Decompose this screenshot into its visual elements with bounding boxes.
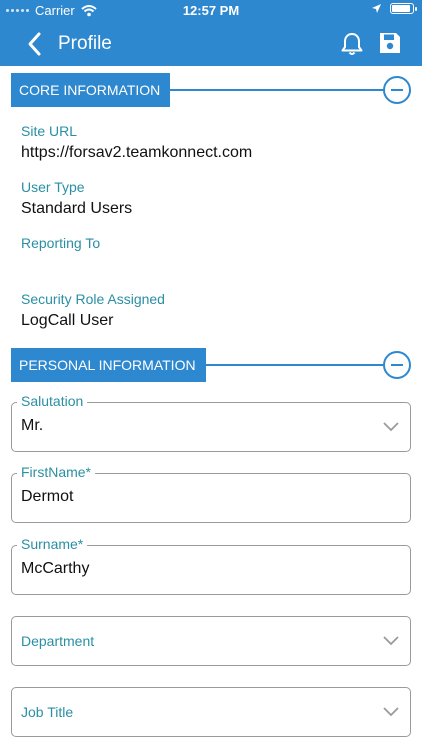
department-label: Department [17,633,99,649]
app-header: Carrier 12:57 PM Profile [0,0,422,66]
section-divider [161,89,385,91]
first-name-field[interactable]: FirstName* Dermot [11,464,411,523]
security-role-value: LogCall User [21,312,114,329]
core-information-title: CORE INFORMATION [11,73,171,107]
security-role-label: Security Role Assigned [21,291,165,307]
salutation-label: Salutation [17,393,88,409]
job-title-label: Job Title [17,704,78,720]
first-name-value: Dermot [21,488,74,505]
user-type-value: Standard Users [21,200,133,217]
battery-icon [390,3,417,14]
page-title: Profile [58,33,112,54]
personal-information-header: PERSONAL INFORMATION [11,348,412,382]
site-url-value: https://forsav2.teamkonnect.com [21,144,253,161]
core-information-header: CORE INFORMATION [11,73,412,107]
surname-field[interactable]: Surname* McCarthy [11,536,411,595]
chevron-down-icon [383,636,399,646]
chevron-down-icon [383,707,399,717]
reporting-to-label: Reporting To [21,235,101,251]
section-divider [197,364,385,366]
first-name-label: FirstName* [17,464,96,480]
notification-bell-icon[interactable] [339,31,365,57]
department-dropdown[interactable]: Department [11,616,411,666]
collapse-personal-icon[interactable] [383,351,411,379]
status-time: 12:57 PM [182,3,240,18]
job-title-dropdown[interactable]: Job Title [11,687,411,737]
navigation-bar: Profile [0,22,422,66]
save-icon[interactable] [378,31,402,55]
personal-information-title: PERSONAL INFORMATION [11,348,206,382]
surname-label: Surname* [17,536,88,552]
salutation-dropdown[interactable]: Salutation Mr. [11,393,411,452]
collapse-core-icon[interactable] [383,76,411,104]
site-url-label: Site URL [21,123,78,139]
salutation-value: Mr. [21,417,44,434]
surname-value: McCarthy [21,560,90,577]
status-right [371,3,417,14]
chevron-down-icon [383,422,399,432]
status-bar: Carrier 12:57 PM [0,0,422,22]
back-chevron-icon[interactable] [22,30,50,58]
location-arrow-icon [372,4,381,13]
user-type-label: User Type [21,179,85,195]
